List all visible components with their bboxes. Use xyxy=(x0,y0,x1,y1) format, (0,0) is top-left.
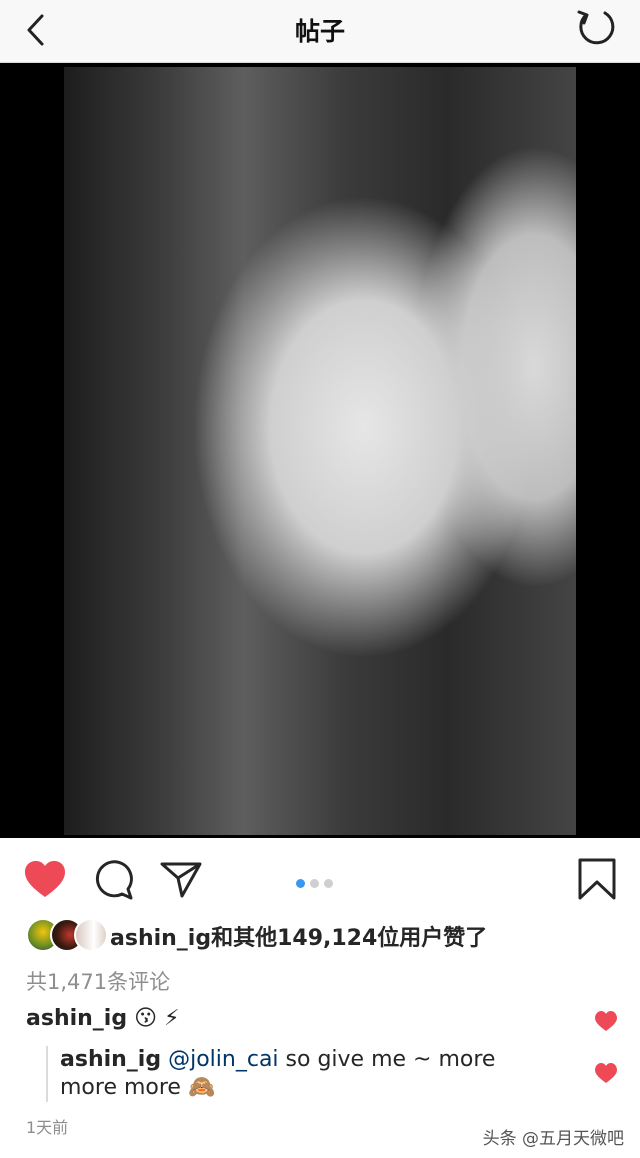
comment-text: 😗 ⚡ xyxy=(134,1006,180,1031)
likes-text: ashin_ig和其他149,124位用户赞了 xyxy=(110,926,488,951)
heart-icon[interactable] xyxy=(22,856,68,902)
post-actions-bar xyxy=(0,840,640,916)
top-bar: 帖子 xyxy=(0,0,640,63)
reply-like-heart-icon[interactable] xyxy=(594,1062,618,1084)
reply-comment: ashin_ig @jolin_cai so give me ~ more mo… xyxy=(60,1046,530,1102)
comment-icon[interactable] xyxy=(90,856,136,902)
comment-username[interactable]: ashin_ig xyxy=(26,1006,127,1031)
share-icon[interactable] xyxy=(158,856,204,902)
page-title: 帖子 xyxy=(294,17,345,46)
post-media[interactable] xyxy=(0,63,640,838)
carousel-dot xyxy=(310,879,319,888)
carousel-dot xyxy=(324,879,333,888)
reply-thread-line xyxy=(46,1046,48,1102)
mention-link[interactable]: @jolin_cai xyxy=(168,1047,278,1072)
avatar xyxy=(74,918,108,952)
carousel-dot xyxy=(296,879,305,888)
reply-username[interactable]: ashin_ig xyxy=(60,1047,161,1072)
post-timestamp: 1天前 xyxy=(26,1118,69,1137)
comment: ashin_ig 😗 ⚡ xyxy=(26,1006,179,1031)
bookmark-icon[interactable] xyxy=(574,856,620,902)
carousel-indicator xyxy=(296,873,338,892)
refresh-icon[interactable] xyxy=(572,5,618,51)
post-photo[interactable] xyxy=(64,67,576,835)
view-all-comments-link[interactable]: 共1,471条评论 xyxy=(26,966,170,996)
comment-like-heart-icon[interactable] xyxy=(594,1010,618,1032)
watermark: 头条 @五月天微吧 xyxy=(482,1129,624,1149)
